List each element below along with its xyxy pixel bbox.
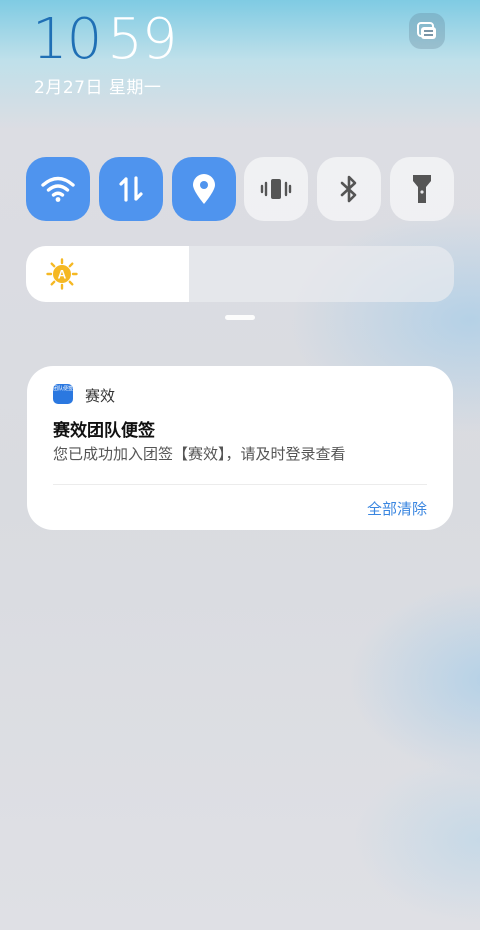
settings-shortcut-icon	[417, 22, 436, 39]
app-icon: 团队便签	[53, 384, 73, 404]
notification-card[interactable]: 团队便签 赛效 赛效团队便签 您已成功加入团签【赛效】，请及时登录查看 全部清除	[27, 366, 453, 530]
notification-title: 赛效团队便签	[53, 421, 155, 441]
vibrate-toggle[interactable]	[244, 157, 309, 221]
bluetooth-toggle[interactable]	[317, 157, 382, 221]
auto-brightness-sun-icon[interactable]: A	[46, 258, 78, 290]
notification-body: 您已成功加入团签【赛效】，请及时登录查看	[53, 445, 346, 463]
notification-app-name: 赛效	[85, 387, 116, 405]
settings-shortcut-button[interactable]	[409, 13, 445, 49]
brightness-slider[interactable]: A	[26, 246, 454, 302]
clock: 10 59	[32, 7, 178, 72]
auto-brightness-label: A	[58, 268, 67, 282]
mobile-data-icon	[119, 176, 143, 202]
date-label: 2月27日 星期一	[34, 78, 162, 98]
clock-minute: 59	[107, 7, 177, 72]
location-icon	[192, 174, 215, 204]
vibrate-icon	[261, 179, 292, 199]
bluetooth-icon	[340, 175, 357, 203]
clear-all-button[interactable]: 全部清除	[367, 498, 427, 519]
flashlight-toggle[interactable]	[389, 157, 454, 221]
flashlight-icon	[412, 175, 431, 203]
wifi-toggle[interactable]	[26, 157, 90, 221]
location-toggle[interactable]	[171, 157, 236, 221]
panel-drag-handle[interactable]	[225, 315, 255, 320]
mobile-data-toggle[interactable]	[98, 157, 163, 221]
clock-hour: 10	[32, 7, 102, 72]
quick-toggles	[26, 157, 454, 221]
wifi-icon	[41, 176, 75, 202]
divider	[53, 484, 427, 485]
